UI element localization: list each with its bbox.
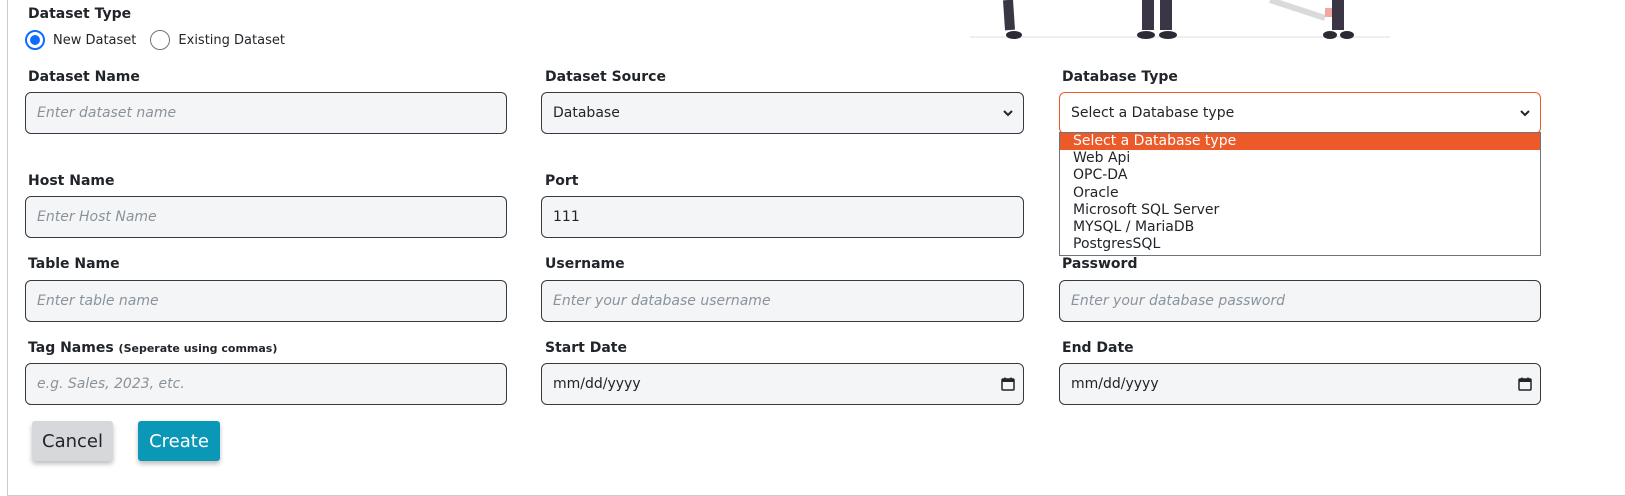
table-name-placeholder: Enter table name — [37, 293, 159, 309]
dataset-name-label: Dataset Name — [28, 69, 140, 85]
database-type-dropdown: Select a Database type Web Api OPC-DA Or… — [1059, 132, 1541, 256]
dropdown-option[interactable]: OPC-DA — [1060, 167, 1540, 184]
dataset-source-label: Dataset Source — [545, 69, 666, 85]
tag-names-label-text: Tag Names — [28, 340, 114, 356]
dropdown-option[interactable]: MYSQL / MariaDB — [1060, 219, 1540, 236]
cancel-button[interactable]: Cancel — [32, 421, 113, 461]
chevron-down-icon — [1001, 106, 1015, 120]
tag-names-placeholder: e.g. Sales, 2023, etc. — [37, 376, 185, 392]
start-date-value: mm/dd/yyyy — [553, 376, 641, 392]
end-date-input[interactable]: mm/dd/yyyy — [1059, 363, 1541, 405]
create-button[interactable]: Create — [138, 421, 220, 461]
dataset-source-value: Database — [553, 105, 620, 121]
dropdown-option[interactable]: Web Api — [1060, 150, 1540, 167]
end-date-value: mm/dd/yyyy — [1071, 376, 1159, 392]
dropdown-option[interactable]: Microsoft SQL Server — [1060, 202, 1540, 219]
radio-existing-dataset[interactable]: Existing Dataset — [150, 30, 285, 50]
dataset-source-select[interactable]: Database — [541, 92, 1024, 134]
radio-new-dataset-label: New Dataset — [53, 32, 137, 48]
dropdown-option[interactable]: Oracle — [1060, 185, 1540, 202]
end-date-label: End Date — [1062, 340, 1134, 356]
host-name-label: Host Name — [28, 173, 115, 189]
radio-new-dataset-indicator[interactable] — [25, 30, 45, 50]
database-type-value: Select a Database type — [1071, 105, 1235, 121]
dataset-type-label: Dataset Type — [28, 6, 132, 22]
username-input[interactable]: Enter your database username — [541, 280, 1024, 322]
password-input[interactable]: Enter your database password — [1059, 280, 1541, 322]
chevron-down-icon — [1518, 106, 1532, 120]
calendar-icon[interactable] — [1001, 377, 1015, 391]
dataset-name-placeholder: Enter dataset name — [37, 105, 177, 121]
host-name-input[interactable]: Enter Host Name — [25, 196, 507, 238]
host-name-placeholder: Enter Host Name — [37, 209, 157, 225]
tag-names-hint: (Seperate using commas) — [118, 342, 278, 355]
tag-names-input[interactable]: e.g. Sales, 2023, etc. — [25, 363, 507, 405]
tag-names-label: Tag Names (Seperate using commas) — [28, 340, 277, 356]
port-value: 111 — [553, 209, 580, 225]
table-name-input[interactable]: Enter table name — [25, 280, 507, 322]
table-name-label: Table Name — [28, 256, 120, 272]
port-input[interactable]: 111 — [541, 196, 1024, 238]
start-date-label: Start Date — [545, 340, 627, 356]
dropdown-option[interactable]: PostgresSQL — [1060, 236, 1540, 253]
username-placeholder: Enter your database username — [553, 293, 771, 309]
radio-new-dataset[interactable]: New Dataset — [25, 30, 136, 50]
password-label: Password — [1062, 256, 1138, 272]
radio-existing-dataset-indicator[interactable] — [150, 30, 171, 50]
start-date-input[interactable]: mm/dd/yyyy — [541, 363, 1024, 405]
password-placeholder: Enter your database password — [1071, 293, 1286, 309]
dropdown-option[interactable]: Select a Database type — [1060, 133, 1540, 151]
database-type-select[interactable]: Select a Database type — [1059, 92, 1541, 134]
people-illustration — [970, 0, 1390, 39]
dataset-type-radio-group: New Dataset Existing Dataset — [25, 30, 299, 50]
port-label: Port — [545, 173, 579, 189]
dataset-name-input[interactable]: Enter dataset name — [25, 92, 507, 134]
calendar-icon[interactable] — [1518, 377, 1532, 391]
username-label: Username — [545, 256, 625, 272]
radio-existing-dataset-label: Existing Dataset — [178, 32, 285, 48]
database-type-label: Database Type — [1062, 69, 1178, 85]
